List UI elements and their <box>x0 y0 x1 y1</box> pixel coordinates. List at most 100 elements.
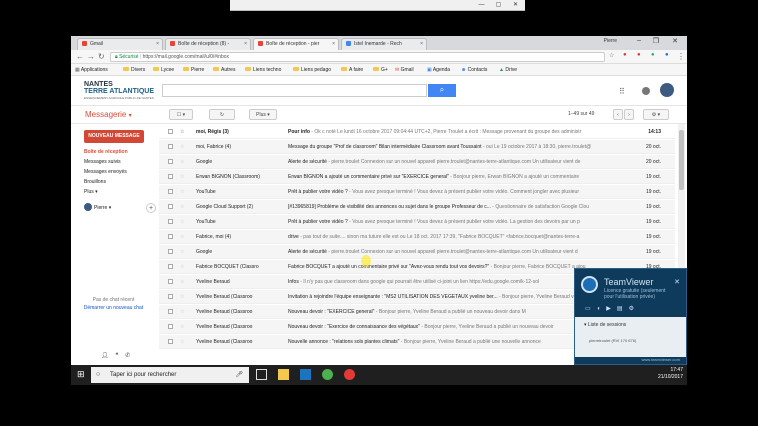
close-icon[interactable]: × <box>420 39 423 50</box>
bookmark-gmail[interactable]: ✉ Gmail <box>395 64 414 76</box>
windows-start-icon[interactable]: ⊞ <box>77 369 88 380</box>
star-icon[interactable]: ☆ <box>180 290 184 304</box>
bookmark-divers[interactable]: Divers <box>123 64 145 76</box>
files-icon[interactable]: ▤ <box>617 306 629 312</box>
star-icon[interactable]: ☆ <box>180 155 184 169</box>
row-checkbox[interactable] <box>168 294 173 299</box>
row-checkbox[interactable] <box>168 219 173 224</box>
compose-button[interactable]: NOUVEAU MESSAGE <box>84 130 144 143</box>
tab-inbox-active[interactable]: Boîte de réception - pier × <box>253 38 339 50</box>
hangouts-icon[interactable]: ❝ <box>115 353 118 359</box>
sidebar-item-more[interactable]: Plus ▾ <box>84 189 98 195</box>
close-icon[interactable]: × <box>156 39 159 50</box>
star-icon[interactable]: ☆ <box>180 200 184 214</box>
sidebar-item-sent[interactable]: Messages envoyés <box>84 169 127 175</box>
row-checkbox[interactable] <box>168 249 173 254</box>
bookmark-autres[interactable]: Autres <box>213 64 235 76</box>
bookmark-applications[interactable]: ▦ Applications <box>75 64 108 76</box>
row-checkbox[interactable] <box>168 234 173 239</box>
menu-icon[interactable]: ⋮ <box>677 52 685 61</box>
bookmark-lycee[interactable]: Lycee <box>153 64 174 76</box>
settings-icon[interactable]: ⚙ <box>629 306 640 312</box>
mail-row[interactable]: ☆ YouTube Prêt à publier votre vidéo ? - V… <box>159 185 675 199</box>
apps-grid-icon[interactable]: ⠿ <box>619 87 625 96</box>
star-icon[interactable]: ☆ <box>180 230 184 244</box>
star-icon[interactable]: ☆ <box>609 52 614 59</box>
scrollbar-thumb[interactable] <box>679 130 684 190</box>
task-view-icon[interactable] <box>256 369 267 380</box>
star-icon[interactable]: ☆ <box>180 185 184 199</box>
row-checkbox[interactable] <box>168 264 173 269</box>
search-button[interactable]: ⌕ <box>428 84 456 97</box>
taskbar-search-input[interactable]: ○ Taper ici pour rechercher 🎤︎ <box>91 367 249 383</box>
chrome-icon[interactable] <box>344 369 355 380</box>
restore-icon[interactable]: ❐ <box>653 37 659 45</box>
star-icon[interactable]: ☆ <box>180 125 184 139</box>
row-checkbox[interactable] <box>168 189 173 194</box>
extension-icon[interactable]: ● <box>623 52 627 58</box>
mail-row[interactable]: ☆ moi, Régis (3) Pour info - Ok c noté Le … <box>159 125 675 139</box>
settings-button[interactable]: ⚙ ▾ <box>643 109 669 120</box>
bookmark-agenda[interactable]: ▣ Agenda <box>427 64 450 76</box>
url-field[interactable]: 🔒︎ Sécurisé | https://mail.google.com/ma… <box>110 52 605 62</box>
star-icon[interactable]: ☆ <box>180 215 184 229</box>
start-chat-link[interactable]: Démarrer un nouveau chat <box>71 305 156 311</box>
mail-row[interactable]: ☆ Google Alerte de sécurité - pierre.troul… <box>159 155 675 169</box>
extension-icon[interactable]: ● <box>665 52 669 58</box>
star-icon[interactable]: ☆ <box>180 305 184 319</box>
star-icon[interactable]: ☆ <box>180 275 184 289</box>
tab-search[interactable]: Istel Inemarde - Rech × <box>341 38 427 50</box>
bookmark-a-faire[interactable]: A faire <box>341 64 363 76</box>
close-icon[interactable]: ✕ <box>672 37 678 45</box>
search-input[interactable] <box>162 84 427 97</box>
microphone-icon[interactable]: 🎤︎ <box>235 367 243 383</box>
add-chat-button[interactable]: + <box>146 203 156 213</box>
organization-logo[interactable]: NANTES TERRE ATLANTIQUE ENSEIGNEMENT AGR… <box>84 81 154 103</box>
system-tray-clock[interactable]: 17:47 21/10/2017 <box>658 367 683 381</box>
forward-icon[interactable]: → <box>87 52 95 61</box>
minimize-icon[interactable]: – <box>637 37 641 44</box>
bookmark-gplus[interactable]: G+ <box>373 64 388 76</box>
close-icon[interactable]: × <box>332 39 335 50</box>
mail-label-dropdown[interactable]: Messagerie ▾ <box>85 110 132 119</box>
session-item[interactable]: pierretroulet (RVI 170 676) <box>589 338 636 343</box>
app-icon[interactable] <box>300 369 311 380</box>
teamviewer-url[interactable]: www.teamviewer.com <box>642 357 680 362</box>
close-icon[interactable]: ✕ <box>512 2 519 9</box>
chrome-icon[interactable] <box>322 369 333 380</box>
star-icon[interactable]: ☆ <box>180 320 184 334</box>
bookmark-pierre[interactable]: Pierre <box>183 64 204 76</box>
row-checkbox[interactable] <box>168 279 173 284</box>
row-checkbox[interactable] <box>168 339 173 344</box>
row-checkbox[interactable] <box>168 324 173 329</box>
extension-icon[interactable]: ● <box>651 52 655 58</box>
mail-row[interactable]: ☆ Erwan BIGNON (Classroom) Erwan BIGNON a … <box>159 170 675 184</box>
person-icon[interactable]: 👤︎ <box>101 353 109 359</box>
more-button[interactable]: Plus ▾ <box>249 109 277 120</box>
sidebar-item-inbox[interactable]: Boîte de réception <box>84 149 128 155</box>
chat-icon[interactable]: ▭ <box>585 306 597 312</box>
reload-icon[interactable]: ↻ <box>98 52 105 61</box>
star-icon[interactable]: ☆ <box>180 170 184 184</box>
audio-icon[interactable]: ◖ <box>597 306 607 312</box>
file-explorer-icon[interactable] <box>278 369 289 380</box>
bookmark-contacts[interactable]: ☻ Contacts <box>461 64 487 76</box>
hangouts-user[interactable]: Pierre ▾ <box>84 203 111 211</box>
mail-row[interactable]: ☆ moi, Fabrice (4) Message du groupe "Prof… <box>159 140 675 154</box>
minimize-icon[interactable]: — <box>478 2 485 9</box>
row-checkbox[interactable] <box>168 204 173 209</box>
row-checkbox[interactable] <box>168 174 173 179</box>
phone-icon[interactable]: ✆ <box>125 353 130 359</box>
mail-row[interactable]: ☆ Google Alerte de sécurité - pierre.troul… <box>159 245 675 259</box>
star-icon[interactable]: ☆ <box>180 245 184 259</box>
select-checkbox-dropdown[interactable]: ☐ ▾ <box>169 109 193 120</box>
extension-icon[interactable]: ● <box>637 52 641 58</box>
row-checkbox[interactable] <box>168 159 173 164</box>
close-icon[interactable]: ✕ <box>674 278 680 286</box>
sidebar-item-starred[interactable]: Messages suivis <box>84 159 121 165</box>
next-page-button[interactable]: › <box>624 109 634 120</box>
avatar[interactable] <box>660 83 674 97</box>
row-checkbox[interactable] <box>168 129 173 134</box>
row-checkbox[interactable] <box>168 309 173 314</box>
session-list-title[interactable]: ▾ Liste de sessions <box>584 322 626 328</box>
